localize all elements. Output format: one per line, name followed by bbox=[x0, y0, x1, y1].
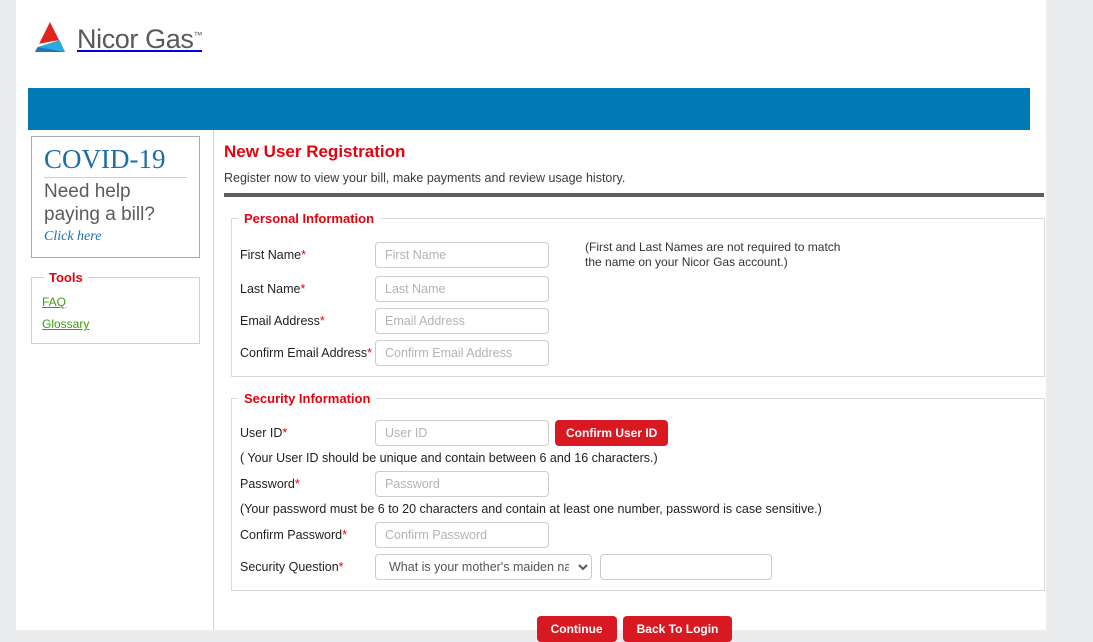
required-asterisk: * bbox=[294, 477, 300, 491]
confirm-user-id-button[interactable]: Confirm User ID bbox=[555, 420, 669, 446]
primary-nav-bar[interactable] bbox=[28, 88, 1030, 130]
personal-information-section: Personal Information First Name* (First … bbox=[231, 211, 1045, 377]
first-name-input[interactable] bbox=[375, 242, 549, 268]
label-security-question-text: Security Question bbox=[240, 560, 339, 574]
brand-name-text: Nicor Gas bbox=[77, 23, 194, 54]
label-last-name-text: Last Name bbox=[240, 282, 301, 296]
content-row: COVID-19 Need help paying a bill? Click … bbox=[16, 130, 1046, 642]
sidebar-link-glossary[interactable]: Glossary bbox=[42, 317, 189, 331]
label-confirm-password: Confirm Password* bbox=[240, 528, 375, 542]
field-row-last-name: Last Name* bbox=[232, 276, 1044, 302]
password-hint: (Your password must be 6 to 20 character… bbox=[240, 502, 822, 516]
label-confirm-password-text: Confirm Password bbox=[240, 528, 343, 542]
page-shell: Nicor Gas™ COVID-19 Need help paying a b… bbox=[16, 0, 1046, 642]
required-asterisk: * bbox=[338, 560, 344, 574]
required-asterisk: * bbox=[301, 248, 306, 262]
tools-panel: Tools FAQ Glossary bbox=[31, 270, 200, 345]
label-user-id-text: User ID bbox=[240, 426, 283, 440]
page-subtitle: Register now to view your bill, make pay… bbox=[224, 171, 626, 185]
last-name-input[interactable] bbox=[375, 276, 549, 302]
covid-promo-link[interactable]: Click here bbox=[44, 229, 101, 245]
security-information-section: Security Information User ID* Confirm Us… bbox=[231, 391, 1045, 591]
field-row-email: Email Address* bbox=[232, 308, 1044, 334]
security-answer-input[interactable] bbox=[600, 554, 772, 580]
label-email-address: Email Address* bbox=[240, 314, 375, 328]
masthead: Nicor Gas™ bbox=[16, 0, 1046, 85]
label-password: Password* bbox=[240, 477, 375, 491]
confirm-password-input[interactable] bbox=[375, 522, 549, 548]
covid-promo-box[interactable]: COVID-19 Need help paying a bill? Click … bbox=[31, 136, 200, 259]
required-asterisk: * bbox=[300, 282, 306, 296]
form-actions: Continue Back To Login bbox=[224, 616, 1038, 642]
nicor-triangle-logo-icon bbox=[30, 19, 70, 59]
label-confirm-email-address: Confirm Email Address* bbox=[240, 346, 375, 360]
sidebar-link-faq[interactable]: FAQ bbox=[42, 295, 189, 309]
security-information-legend: Security Information bbox=[244, 391, 371, 406]
trademark-symbol: ™ bbox=[193, 29, 203, 40]
required-asterisk: * bbox=[342, 528, 347, 542]
sidebar: COVID-19 Need help paying a bill? Click … bbox=[16, 130, 213, 630]
main-content: New User Registration Register now to vi… bbox=[214, 130, 1046, 642]
field-row-confirm-email: Confirm Email Address* bbox=[232, 340, 1044, 366]
tools-panel-legend: Tools bbox=[49, 270, 83, 286]
title-divider bbox=[224, 193, 1044, 197]
back-to-login-button[interactable]: Back To Login bbox=[622, 616, 733, 642]
required-asterisk: * bbox=[282, 426, 288, 440]
label-confirm-email-address-text: Confirm Email Address bbox=[240, 346, 368, 360]
user-id-hint: ( Your User ID should be unique and cont… bbox=[240, 451, 658, 465]
confirm-email-address-input[interactable] bbox=[375, 340, 549, 366]
label-first-name: First Name* bbox=[240, 248, 375, 262]
user-id-input[interactable] bbox=[375, 420, 549, 446]
personal-information-legend: Personal Information bbox=[244, 211, 375, 226]
required-asterisk: * bbox=[367, 346, 372, 360]
field-row-user-id: User ID* Confirm User ID bbox=[232, 420, 1044, 446]
field-row-password: Password* bbox=[232, 471, 1044, 497]
label-security-question: Security Question* bbox=[240, 560, 375, 574]
name-match-note: (First and Last Names are not required t… bbox=[585, 240, 841, 269]
brand-wordmark: Nicor Gas™ bbox=[77, 24, 202, 55]
covid-promo-title: COVID-19 bbox=[44, 145, 187, 179]
label-last-name: Last Name* bbox=[240, 282, 375, 296]
field-row-first-name: First Name* (First and Last Names are no… bbox=[232, 240, 1044, 270]
field-row-security-question: Security Question* What is your mother's… bbox=[232, 554, 1044, 580]
label-user-id: User ID* bbox=[240, 426, 375, 440]
label-email-address-text: Email Address bbox=[240, 314, 320, 328]
required-asterisk: * bbox=[319, 314, 325, 328]
continue-button[interactable]: Continue bbox=[536, 616, 617, 642]
field-row-confirm-password: Confirm Password* bbox=[232, 522, 1044, 548]
password-input[interactable] bbox=[375, 471, 549, 497]
brand-logo-link[interactable]: Nicor Gas™ bbox=[30, 19, 202, 59]
security-question-select[interactable]: What is your mother's maiden name? bbox=[375, 554, 592, 580]
page-title: New User Registration bbox=[224, 142, 406, 161]
covid-promo-text: Need help paying a bill? bbox=[44, 181, 155, 225]
email-address-input[interactable] bbox=[375, 308, 549, 334]
label-first-name-text: First Name bbox=[240, 248, 302, 262]
label-password-text: Password bbox=[240, 477, 295, 491]
